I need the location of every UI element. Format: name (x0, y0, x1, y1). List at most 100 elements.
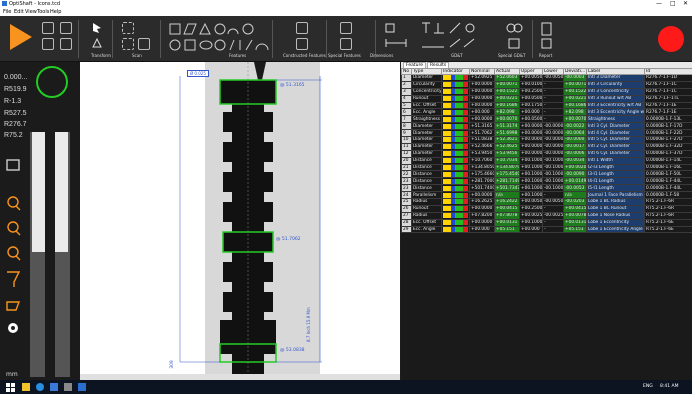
warning-icon[interactable] (92, 38, 102, 48)
upper-cell: +00.0100 (519, 80, 543, 89)
scan-point-icon[interactable] (122, 38, 134, 50)
scan-profile-icon[interactable] (138, 38, 150, 50)
label-cell: Lobe 1 BC Runout (586, 204, 645, 213)
actual-cell: +07.8078 (494, 211, 520, 220)
table-row[interactable]: 27 Radius +07.8200 +07.8078 +00.0025 -00.0025… (401, 211, 692, 220)
lower-cell: -00.1000 (542, 163, 564, 172)
tolerance-indicator (443, 82, 468, 88)
row-type: Radius (411, 211, 442, 220)
label-cell: Lobe 1 BC Radius (586, 198, 645, 206)
row-type: Diameter (411, 74, 442, 82)
close-button[interactable]: ✕ (683, 0, 688, 7)
upper-cell: +00.0000 (519, 122, 543, 131)
gdt-icons[interactable] (420, 21, 500, 51)
lower-cell: - (542, 204, 564, 213)
table-row[interactable]: 9 Diameter +51.7062 +51.6998 +00.0000 -00.000… (401, 129, 692, 138)
constructed-plane-icon[interactable] (296, 38, 308, 50)
app-icon-taskbar[interactable] (50, 383, 58, 391)
tolerance-indicator (443, 109, 468, 115)
table-row[interactable]: 12 Diameter +53.9450 +53.9456 +00.0000 -00.00… (401, 149, 692, 158)
document-icon[interactable] (60, 22, 72, 34)
nominal-cell: +52.0925 (469, 74, 495, 82)
row-number: 6 (401, 108, 412, 117)
label-cell: I4-I1 Length (586, 177, 645, 186)
indicator-segment (443, 165, 451, 170)
table-row[interactable]: 24 Parallelism +00.0000 n/a +00.1000- n/a Jour… (401, 191, 692, 200)
row-type: Distance (411, 184, 442, 193)
table-row[interactable]: 10 Diameter +51.0838 +52.3621 +00.0000 -00.00… (401, 136, 692, 144)
tolerance-indicator (443, 103, 468, 108)
dim-annotation-2[interactable]: @ 51.7062 (276, 237, 301, 242)
menu-help[interactable]: Help (50, 9, 61, 15)
table-row[interactable]: 23 Distance +501.7400 +501.7347 +00.1000 -00.… (401, 184, 692, 193)
dim-annotation-1[interactable]: @ 51.3165 (280, 83, 305, 88)
tolerance-indicator (443, 178, 468, 184)
gdt-frame[interactable]: Ø 0.025 (187, 70, 209, 77)
windows-start-icon[interactable] (6, 383, 15, 392)
id-cell: R75.2-1.F-6E (644, 218, 692, 227)
label-cell: Intl 3 Runout wrt AB (586, 94, 645, 103)
file-explorer-icon[interactable] (22, 383, 30, 391)
tolerance-indicator (443, 165, 468, 170)
table-row[interactable]: 2 Circularity +00.0000 +00.0071 +00.0100- +00… (401, 80, 692, 89)
play-icon[interactable] (8, 22, 34, 52)
column-header[interactable]: Deviati... (563, 68, 587, 75)
save-icon[interactable] (42, 22, 54, 34)
constructed-feature-icon[interactable] (296, 22, 308, 34)
table-row[interactable]: 28 Ecc. Offset +00.0000 +00.0131 +00.1000- +0… (401, 218, 692, 227)
tolerance-indicator (443, 137, 468, 143)
dimension-icon[interactable] (384, 21, 410, 51)
pointer-icon[interactable] (92, 22, 102, 34)
table-row[interactable]: 7 Straightness +00.0000 +00.0070 +00.0500- +0… (401, 115, 692, 124)
special-lobe-icon[interactable] (340, 38, 352, 50)
table-row[interactable]: 25 Radius +16.2625 +16.2422 +00.0050 -00.0050… (401, 198, 692, 206)
table-row[interactable]: 8 Diameter +51.3165 +51.3174 +00.0000 -00.000… (401, 122, 692, 131)
menu-tools[interactable]: Tools (37, 9, 49, 15)
table-row[interactable]: 29 Ecc. Angle +00.000 +05.151 +00.000- +05.15… (401, 225, 692, 234)
table-row[interactable]: 21 Distance +134.8050 +134.8070 +00.1000 -00.… (401, 163, 692, 172)
table-row[interactable]: 3 Concentricity +00.0000 +00.1522 +00.2500- +… (401, 87, 692, 96)
table-row[interactable]: 26 Runout +00.0000 +00.0415 +00.2500- +00.041… (401, 204, 692, 213)
deviation-cell: +00.0071 (563, 80, 587, 89)
optishaft-taskbar-icon[interactable] (78, 383, 86, 391)
lower-cell: - (542, 87, 564, 96)
row-number: 5 (401, 101, 412, 110)
tolerance-indicator (443, 185, 468, 191)
special-gdt-icon[interactable] (505, 21, 525, 51)
section-circle-view[interactable] (36, 66, 68, 98)
table-row[interactable]: 22 Distance +175.4660 +175.4540 +00.1000 -00.… (401, 170, 692, 179)
row-type: Ecc. Offset (411, 218, 442, 227)
indicator-segment (455, 227, 463, 232)
indicator-segment (455, 199, 463, 205)
left-tool-icons[interactable] (4, 152, 28, 377)
browser-icon[interactable] (36, 383, 44, 391)
list-icon[interactable] (60, 38, 72, 50)
shaft-viewer[interactable]: Ø 0.025 @ 51.3165 @ 51.7062 @ 53.0838 30… (80, 62, 400, 380)
record-button[interactable] (658, 26, 684, 52)
tolerance-indicator (443, 213, 468, 219)
table-row[interactable]: 5 Ecc. Offset +00.0000 +00.1686 +00.1750- +00… (401, 101, 692, 110)
indicator-segment (462, 89, 468, 95)
table-row[interactable]: 23 Distance +281.7000 +281.7149 +00.1000 -00.… (401, 177, 692, 186)
table-row[interactable]: 4 Runout +00.0000 +00.0221 +00.0500- +00.0221… (401, 94, 692, 103)
indicator-cell (441, 177, 470, 186)
actual-cell: +00.0415 (494, 204, 520, 213)
table-row[interactable]: 1 Diameter +52.0925 +52.0603 +00.0050 -00.005… (401, 74, 692, 82)
indicator-segment (462, 158, 468, 164)
nominal-cell: +10.7060 (469, 156, 495, 165)
menu-view[interactable]: View (25, 9, 37, 15)
table-row[interactable]: 11 Diameter +52.4666 +52.4625 +00.0000 -00.00… (401, 142, 692, 151)
special-feature-icon[interactable] (340, 22, 352, 34)
store-icon[interactable] (64, 383, 72, 391)
table-row[interactable]: 20 Distance +10.7060 +10.7034 +00.1000 -00.10… (401, 156, 692, 165)
report-icon[interactable] (540, 21, 554, 51)
maximize-button[interactable]: □ (670, 0, 676, 7)
menu-edit[interactable]: Edit (14, 9, 24, 15)
menu-file[interactable]: File (3, 9, 11, 15)
grid-icon[interactable] (42, 38, 54, 50)
minimize-button[interactable]: — (656, 0, 662, 7)
shaft-minimap[interactable] (30, 132, 70, 377)
table-row[interactable]: 6 Ecc. Angle +00.000 +82.098 +00.000- +82.098… (401, 108, 692, 117)
dim-annotation-3[interactable]: @ 53.0838 (280, 348, 305, 353)
scan-area-icon[interactable] (122, 22, 134, 34)
